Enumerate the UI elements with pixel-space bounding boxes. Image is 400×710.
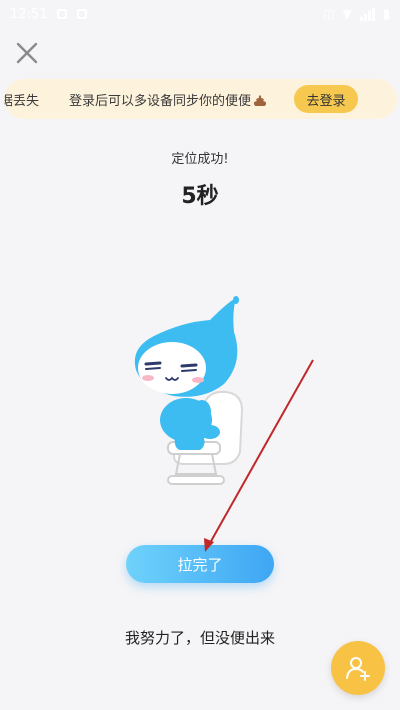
- finished-button[interactable]: 拉完了: [126, 545, 274, 583]
- vibrate-icon: ◫: [323, 7, 335, 21]
- signal-icon: [359, 7, 375, 21]
- battery-icon: ▮: [382, 6, 390, 22]
- poop-icon: [253, 94, 267, 106]
- banner-message-text: 登录后可以多设备同步你的便便: [69, 93, 252, 109]
- status-bar: 12:51 ◫ ▼ ▮: [0, 0, 400, 28]
- notification-icon: [57, 9, 68, 19]
- status-time: 12:51: [10, 6, 48, 22]
- location-status: 定位成功!: [171, 152, 229, 167]
- close-icon: [16, 42, 38, 64]
- add-friend-fab[interactable]: [331, 641, 385, 695]
- login-sync-banner: 据丢失 登录后可以多设备同步你的便便 去登录: [4, 79, 397, 119]
- app-notification-icon: [77, 9, 88, 19]
- add-friend-icon: [346, 657, 370, 681]
- login-button[interactable]: 去登录: [294, 85, 358, 113]
- banner-scroll-text: 据丢失: [4, 93, 40, 109]
- close-button[interactable]: [12, 38, 42, 68]
- wifi-icon: ▼: [342, 7, 352, 21]
- no-result-link[interactable]: 我努力了，但没便出来: [0, 627, 400, 648]
- water-drop-mascot: [134, 296, 244, 485]
- banner-message: 登录后可以多设备同步你的便便: [69, 90, 267, 109]
- elapsed-timer: 5秒: [181, 184, 219, 209]
